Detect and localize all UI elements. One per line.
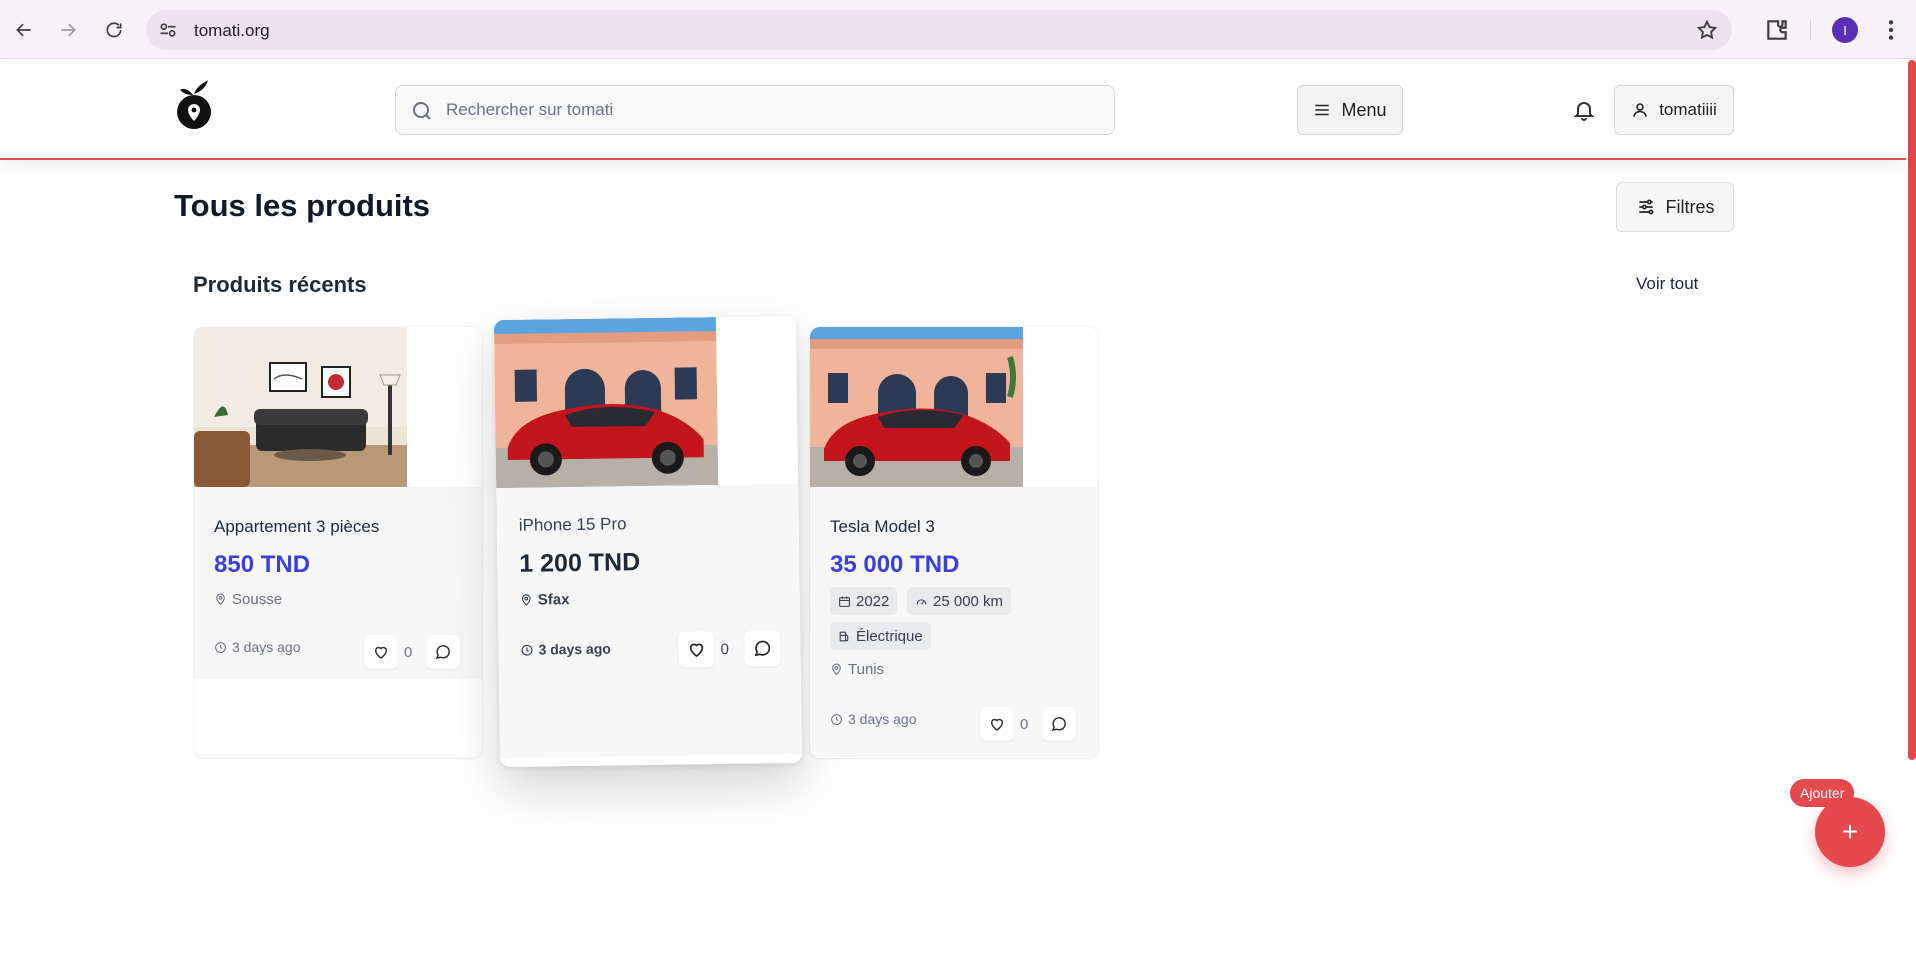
likes-count: 0 (1020, 716, 1029, 733)
product-location: Tunis (830, 661, 884, 678)
search-icon (413, 102, 431, 120)
product-image[interactable] (810, 327, 1023, 487)
location-label: Sousse (232, 591, 283, 608)
heart-icon (990, 718, 1004, 731)
address-bar[interactable]: tomati.org (146, 10, 1732, 50)
time-label: 3 days ago (848, 711, 917, 727)
product-card[interactable]: Appartement 3 pièces 850 TND Sousse 3 da… (194, 327, 482, 758)
profile-avatar[interactable]: I (1832, 17, 1858, 43)
clock-icon (521, 644, 533, 656)
extensions-icon[interactable] (1764, 17, 1790, 43)
clock-icon (215, 641, 226, 653)
fuel-chip: Électrique (830, 622, 931, 650)
mileage-label: 25 000 km (933, 592, 1004, 610)
product-time: 3 days ago (214, 639, 301, 655)
like-button[interactable] (364, 635, 398, 669)
chat-bubble-icon (435, 645, 450, 660)
chat-bubble-icon (754, 640, 771, 657)
hamburger-icon (1315, 104, 1330, 116)
message-button[interactable] (1042, 707, 1076, 741)
search-input[interactable] (446, 86, 1096, 134)
username-label: tomatiiii (1659, 100, 1717, 119)
clock-icon (831, 713, 842, 725)
notifications-bell-icon[interactable] (1572, 98, 1596, 122)
location-pin-icon (216, 593, 225, 606)
reload-icon[interactable] (98, 14, 130, 46)
url-text[interactable]: tomati.org (194, 21, 270, 41)
product-title[interactable]: iPhone 15 Pro (519, 514, 627, 536)
page-title: Tous les produits (174, 188, 431, 223)
product-time: 3 days ago (520, 641, 611, 658)
filters-button[interactable]: Filtres (1616, 182, 1734, 232)
browser-menu-icon[interactable] (1878, 17, 1904, 43)
likes-count: 0 (720, 640, 729, 658)
product-location: Sousse (214, 591, 282, 608)
time-label: 3 days ago (232, 639, 301, 655)
user-icon (1633, 103, 1647, 117)
message-button[interactable] (426, 635, 460, 669)
menu-label: Menu (1341, 99, 1387, 120)
menu-button[interactable]: Menu (1297, 85, 1403, 135)
tomati-logo[interactable] (174, 78, 214, 136)
year-chip: 2022 (830, 587, 898, 615)
product-price: 1 200 TND (519, 548, 641, 578)
product-card[interactable]: Tesla Model 3 35 000 TND 2022 25 000 km … (810, 327, 1098, 758)
like-button[interactable] (678, 631, 715, 668)
heart-icon (689, 643, 704, 657)
product-title[interactable]: Tesla Model 3 (830, 517, 935, 537)
forward-icon[interactable] (52, 14, 84, 46)
product-card-body: iPhone 15 Pro 1 200 TND Sfax 3 days ago … (496, 483, 802, 759)
location-pin-icon (832, 663, 841, 676)
product-card-body: Appartement 3 pièces 850 TND Sousse 3 da… (194, 487, 482, 679)
site-settings-icon[interactable] (158, 20, 178, 40)
page-scrollbar[interactable] (1908, 60, 1916, 760)
location-label: Tunis (848, 661, 885, 678)
bookmark-star-icon[interactable] (1696, 19, 1718, 41)
location-label: Sfax (537, 591, 570, 609)
mileage-chip: 25 000 km (907, 587, 1012, 615)
like-button[interactable] (980, 707, 1014, 741)
back-icon[interactable] (8, 14, 40, 46)
time-label: 3 days ago (538, 640, 611, 658)
search-bar (395, 85, 1115, 135)
toolbar-divider (1810, 20, 1811, 40)
fuel-pump-icon (839, 631, 849, 641)
product-card-body: Tesla Model 3 35 000 TND 2022 25 000 km … (810, 487, 1098, 757)
browser-toolbar: tomati.org I (0, 0, 1916, 59)
speedometer-icon (916, 598, 927, 605)
product-image[interactable] (194, 327, 407, 487)
add-listing-button[interactable]: + (1815, 797, 1885, 867)
year-label: 2022 (856, 592, 890, 610)
likes-count: 0 (404, 644, 413, 661)
user-account-button[interactable]: tomatiiii (1614, 85, 1734, 135)
section-title: Produits récents (193, 272, 367, 297)
sliders-icon (1638, 199, 1653, 215)
app-header: Menu tomatiiii (0, 60, 1906, 160)
location-pin-icon (521, 594, 531, 606)
product-title[interactable]: Appartement 3 pièces (214, 517, 379, 537)
message-button[interactable] (744, 630, 781, 667)
filters-label: Filtres (1665, 196, 1715, 217)
calendar-icon (839, 596, 850, 607)
product-price: 35 000 TND (830, 551, 960, 578)
product-card[interactable]: iPhone 15 Pro 1 200 TND Sfax 3 days ago … (493, 315, 803, 768)
product-image[interactable] (493, 317, 719, 489)
product-time: 3 days ago (830, 711, 917, 727)
plus-icon: + (1841, 816, 1859, 847)
chat-bubble-icon (1051, 717, 1066, 732)
see-all-link[interactable]: Voir tout (1636, 274, 1698, 294)
product-price: 850 TND (214, 551, 311, 578)
heart-icon (374, 646, 388, 659)
product-location: Sfax (520, 591, 570, 609)
fuel-label: Électrique (856, 627, 923, 645)
